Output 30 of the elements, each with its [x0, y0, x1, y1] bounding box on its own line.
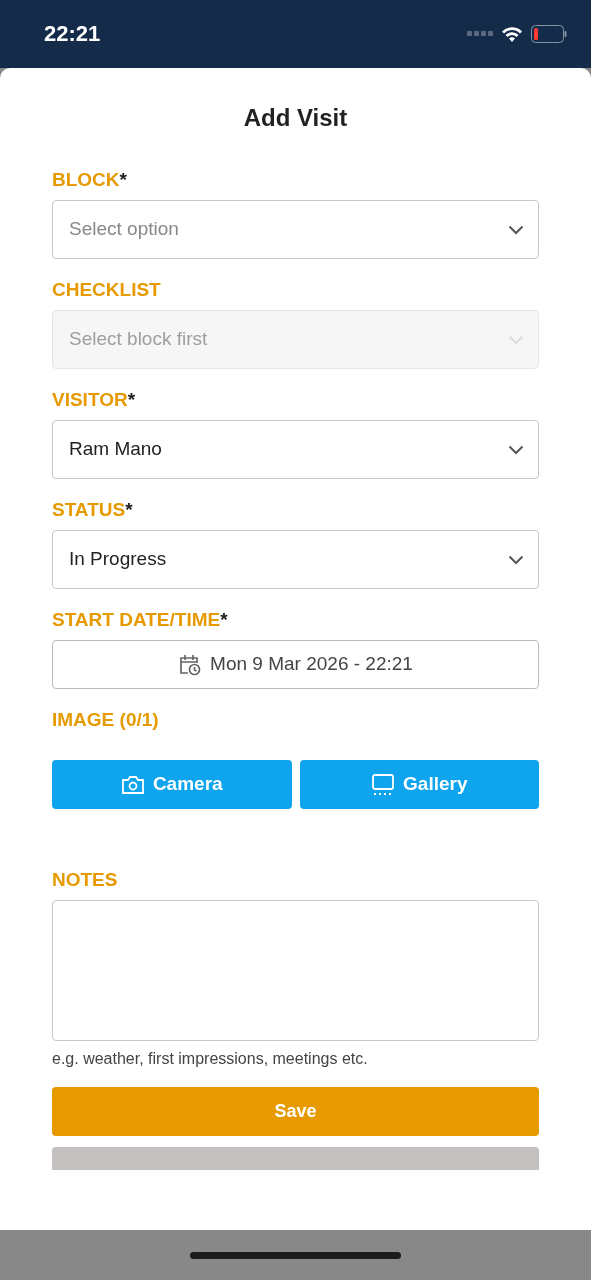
home-indicator[interactable] [190, 1251, 401, 1259]
field-label: STATUS* [52, 499, 134, 521]
chevron-down-icon [508, 334, 524, 345]
wifi-icon [501, 26, 523, 42]
field-label: START DATE/TIME* [52, 609, 229, 631]
select-field[interactable]: Select option [52, 200, 539, 259]
chevron-down-icon [508, 554, 524, 565]
signal-icon [467, 31, 493, 37]
calendar-clock-icon [178, 652, 203, 677]
save-button[interactable]: Save [52, 1087, 539, 1136]
camera-icon [120, 774, 145, 795]
camera-button[interactable]: Camera [52, 760, 292, 809]
select-field[interactable]: Ram Mano [52, 420, 539, 479]
field-label: NOTES [52, 869, 119, 891]
gallery-button[interactable]: Gallery [299, 760, 539, 809]
select-field[interactable]: In Progress [52, 530, 539, 589]
chevron-down-icon [508, 224, 524, 235]
field-label: BLOCK* [52, 169, 128, 191]
battery-icon [531, 25, 567, 43]
date-time-button[interactable]: Mon 9 Mar 2026 - 22:21 [52, 640, 539, 689]
select-field: Select block first [52, 310, 539, 369]
chevron-down-icon [508, 444, 524, 455]
notes-field[interactable] [52, 900, 539, 1041]
form-title: Add Visit [242, 103, 349, 133]
field-label: CHECKLIST [52, 279, 162, 301]
hint-text: e.g. weather, first impressions, meetings etc. [52, 1049, 369, 1069]
status-time: 22:21 [44, 23, 101, 45]
field-label: IMAGE (0/1) [52, 709, 160, 731]
monitor-icon [371, 773, 396, 796]
field-label: VISITOR* [52, 389, 137, 411]
